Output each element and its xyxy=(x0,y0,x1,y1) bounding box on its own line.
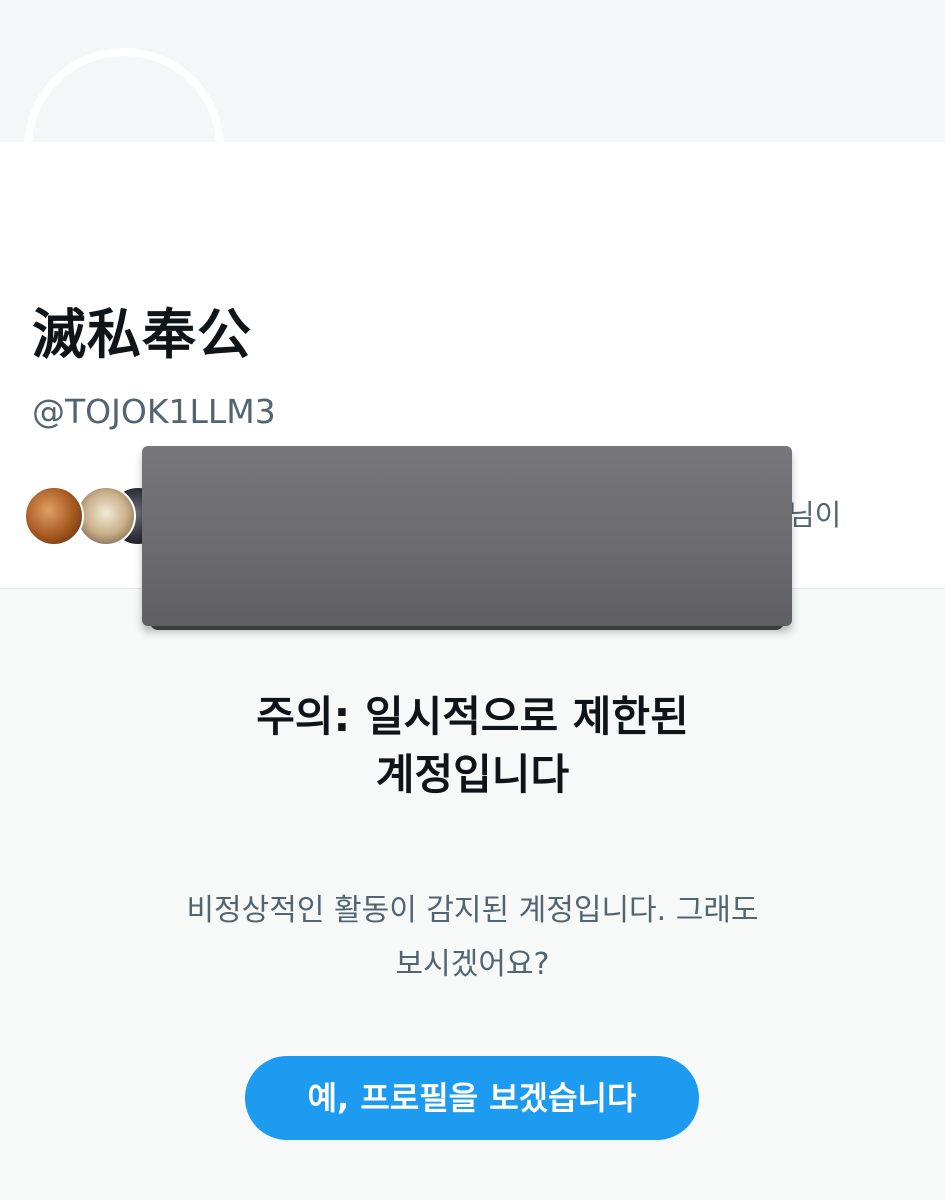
warning-message: 비정상적인 활동이 감지된 계정입니다. 그래도 보시겠어요? xyxy=(0,884,945,992)
redaction-block xyxy=(142,446,792,626)
warning-message-line: 보시겠어요? xyxy=(395,947,550,982)
handle: @TOJOK1LLM3 xyxy=(32,392,276,431)
follower-avatar xyxy=(76,486,136,546)
warning-message-line: 비정상적인 활동이 감지된 계정입니다. 그래도 xyxy=(186,893,759,928)
view-profile-button[interactable]: 예, 프로필을 보겠습니다 xyxy=(245,1056,699,1140)
follower-avatar xyxy=(24,486,84,546)
display-name: 滅私奉公 xyxy=(32,303,252,366)
warning-title-line: 주의: 일시적으로 제한된 xyxy=(256,692,689,741)
followers-text: 님이 xyxy=(788,498,842,532)
warning-title-line: 계정입니다 xyxy=(375,750,570,799)
profile-page: 滅私奉公 @TOJOK1LLM3 님이 주의: 일시적으로 제한된 계정입니다 … xyxy=(0,0,945,1200)
warning-title: 주의: 일시적으로 제한된 계정입니다 xyxy=(0,688,945,804)
